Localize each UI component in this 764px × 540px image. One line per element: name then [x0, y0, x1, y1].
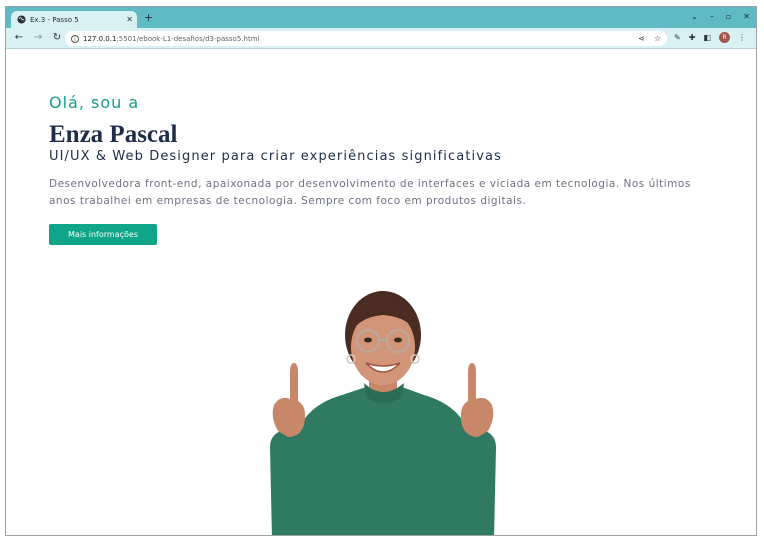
page-content: Olá, sou a Enza Pascal UI/UX & Web Desig… — [6, 49, 756, 535]
profile-avatar[interactable]: R — [718, 32, 730, 43]
tab-title: Ex.3 - Passo 5 — [30, 15, 79, 24]
reload-icon[interactable]: ↻ — [51, 32, 63, 44]
side-panel-icon[interactable]: ◧ — [703, 33, 711, 42]
url-host: 127.0.0.1 — [83, 34, 117, 43]
hero-role: UI/UX & Web Designer para criar experiên… — [49, 149, 502, 164]
close-tab-icon[interactable]: ✕ — [126, 15, 133, 24]
hero-name: Enza Pascal — [49, 121, 178, 148]
menu-kebab-icon[interactable]: ⋮ — [738, 33, 746, 42]
nav-buttons: ← → ↻ — [13, 32, 63, 44]
address-bar[interactable]: i 127.0.0.1:5501/ebook-L1-desafios/d3-pa… — [65, 31, 667, 46]
maximize-icon[interactable]: ▫ — [726, 13, 731, 21]
close-window-icon[interactable]: ✕ — [743, 13, 750, 21]
extensions-area: ✎ ✚ ◧ R ⋮ — [674, 32, 746, 43]
globe-icon — [17, 15, 26, 24]
pencil-icon[interactable]: ✎ — [674, 33, 681, 42]
browser-tab[interactable]: Ex.3 - Passo 5 ✕ — [11, 11, 137, 28]
share-icon[interactable]: ⋖ — [638, 34, 645, 43]
site-info-icon[interactable]: i — [71, 34, 79, 43]
tab-search-icon[interactable]: ⌄ — [691, 13, 698, 21]
puzzle-extensions-icon[interactable]: ✚ — [689, 33, 696, 42]
url-text[interactable]: 127.0.0.1:5501/ebook-L1-desafios/d3-pass… — [83, 35, 638, 43]
hero-description: Desenvolvedora front-end, apaixonada por… — [49, 178, 691, 207]
forward-arrow-icon[interactable]: → — [32, 32, 44, 44]
minimize-icon[interactable]: – — [710, 13, 714, 21]
url-path: :5501/ebook-L1-desafios/d3-passo5.html — [116, 34, 260, 43]
portrait-illustration — [270, 291, 496, 535]
browser-window: Ex.3 - Passo 5 ✕ + ⌄ – ▫ ✕ ← → ↻ i 127.0… — [5, 6, 757, 536]
browser-toolbar: ← → ↻ i 127.0.0.1:5501/ebook-L1-desafios… — [6, 28, 756, 49]
tab-strip: Ex.3 - Passo 5 ✕ + ⌄ – ▫ ✕ — [6, 7, 756, 28]
bookmark-star-icon[interactable]: ☆ — [654, 34, 661, 43]
window-controls: ⌄ – ▫ ✕ — [691, 13, 750, 21]
new-tab-button[interactable]: + — [144, 12, 153, 23]
hero-greeting: Olá, sou a — [49, 93, 140, 112]
back-arrow-icon[interactable]: ← — [13, 32, 25, 44]
more-info-button[interactable]: Mais informações — [49, 224, 157, 245]
